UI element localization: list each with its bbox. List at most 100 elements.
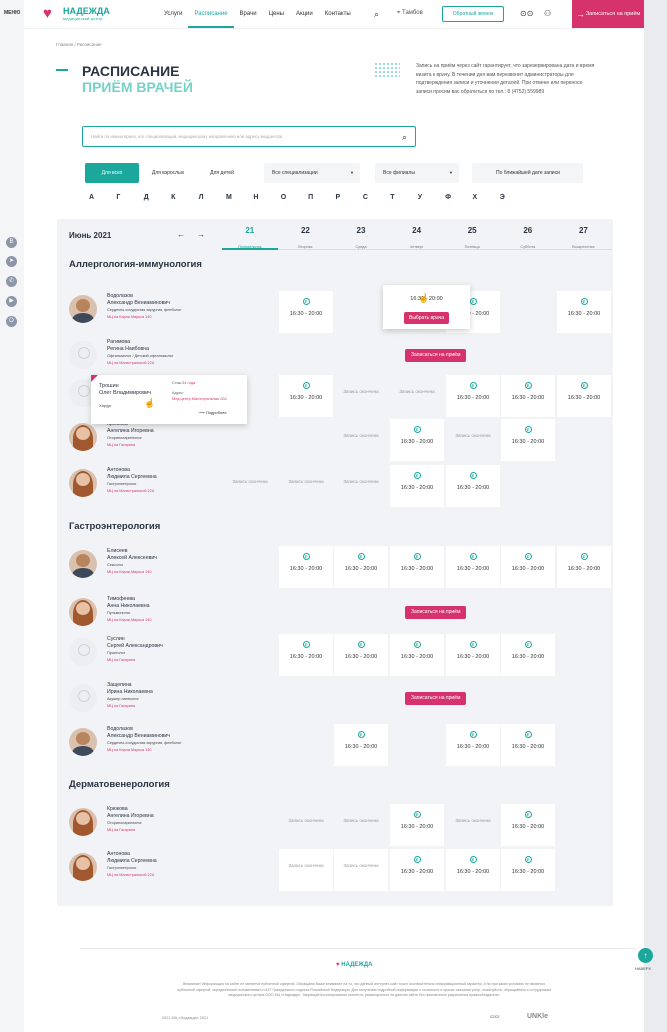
letter-filter[interactable]: Х — [472, 194, 499, 201]
nav-prices[interactable]: Цены — [263, 0, 290, 28]
time-slot[interactable]: ₽16:30 - 20:00 — [557, 291, 611, 333]
footer-logo[interactable]: ♥ НАДЕЖДА — [336, 962, 372, 968]
nav-contacts[interactable]: Контакты — [319, 0, 357, 28]
filter-all[interactable]: Для всех — [85, 163, 139, 183]
filter-kids[interactable]: Для детей — [195, 163, 249, 183]
letter-filter[interactable]: Ф — [445, 194, 472, 201]
doctor-address[interactable]: МЦ на Карла Маркса 140 — [107, 748, 152, 752]
letter-filter[interactable]: Т — [390, 194, 417, 201]
youtube-icon[interactable]: ▶ — [6, 296, 17, 307]
doctor-name[interactable]: Рагимова Регина Наибовна — [107, 339, 149, 353]
nav-services[interactable]: Услуги — [158, 0, 188, 28]
time-slot[interactable]: ₽16:30 - 20:00 — [557, 546, 611, 588]
letter-filter[interactable]: М — [226, 194, 253, 201]
doctor-name[interactable]: Елисеев Алексей Алексеевич — [107, 548, 157, 562]
book-appointment-button[interactable]: Записаться на приём — [405, 349, 467, 362]
whatsapp-icon[interactable]: ✆ — [6, 276, 17, 287]
letter-filter[interactable]: О — [281, 194, 308, 201]
card-more-link[interactable]: ⟶ Подробнее — [199, 410, 227, 415]
breadcrumb[interactable]: Главная / Расписание — [56, 42, 102, 47]
letter-filter[interactable]: Р — [336, 194, 363, 201]
letter-filter[interactable]: П — [308, 194, 335, 201]
doctor-name[interactable]: Крюкова Ангелина Игоревна — [107, 806, 154, 820]
doctor-avatar[interactable] — [69, 728, 97, 756]
doctor-avatar[interactable] — [69, 550, 97, 578]
doctor-name[interactable]: Водолазов Александр Вениаминович — [107, 726, 170, 740]
vk-icon[interactable]: В — [6, 237, 17, 248]
time-slot[interactable]: ₽16:30 - 20:00 — [334, 724, 388, 766]
scroll-top-button[interactable]: ↑ — [638, 948, 653, 963]
search-icon[interactable]: ⌕ — [402, 132, 407, 143]
doctor-address[interactable]: МЦ на Магистральной 22А — [107, 361, 154, 365]
callback-button[interactable]: Обратный звонок — [442, 6, 504, 22]
telegram-icon[interactable]: ➤ — [6, 256, 17, 267]
logo[interactable]: ♥ НАДЕЖДА медицинский центр — [43, 6, 110, 21]
nearest-date-toggle[interactable]: По ближайшей дате записи — [472, 163, 583, 183]
low-vision-icon[interactable]: ⊙⊙ — [520, 9, 533, 18]
doctor-avatar[interactable] — [69, 469, 97, 497]
filter-adults[interactable]: Для взрослых — [141, 163, 195, 183]
time-slot[interactable]: ₽16:30 - 20:00 — [446, 546, 500, 588]
prev-week-arrow-icon[interactable]: ← — [177, 230, 185, 239]
doctor-address[interactable]: МЦ на Карла Маркса 140 — [107, 315, 152, 319]
letter-filter[interactable]: К — [171, 194, 198, 201]
doctor-avatar[interactable] — [69, 423, 97, 451]
time-slot[interactable]: ₽16:30 - 20:00 — [334, 634, 388, 676]
time-slot[interactable]: ₽16:30 - 20:00 — [279, 291, 333, 333]
doctor-name[interactable]: Антонова Людмила Сергеевна — [107, 851, 157, 865]
user-icon[interactable]: ⚇ — [544, 9, 551, 18]
doctor-address[interactable]: МЦ на Гагарина — [107, 658, 135, 662]
letter-filter[interactable]: Д — [144, 194, 171, 201]
doctor-avatar[interactable] — [69, 598, 97, 626]
time-slot[interactable]: ₽16:30 - 20:00 — [279, 546, 333, 588]
doctor-name[interactable]: Водолазов Александр Вениаминович — [107, 293, 170, 307]
book-appointment-button[interactable]: Записаться на приём — [405, 692, 467, 705]
letter-filter[interactable]: С — [363, 194, 390, 201]
branch-select[interactable]: Все филиалы ▼ — [375, 163, 459, 183]
time-slot[interactable]: ₽16:30 - 20:00 — [390, 849, 444, 891]
letter-filter[interactable]: У — [418, 194, 445, 201]
doctor-name[interactable]: Суслин Сергей Александрович — [107, 636, 163, 650]
time-slot[interactable]: ₽16:30 - 20:00 — [501, 849, 555, 891]
time-slot[interactable]: ₽16:30 - 20:00 — [390, 804, 444, 846]
book-appointment-button[interactable]: Записаться на приём — [405, 606, 467, 619]
nav-doctors[interactable]: Врачи — [234, 0, 263, 28]
letter-filter[interactable]: Г — [116, 194, 143, 201]
time-slot[interactable]: ₽16:30 - 20:00 — [446, 849, 500, 891]
letter-filter[interactable]: А — [89, 194, 116, 201]
doctor-address[interactable]: МЦ на Карла Маркса 140 — [107, 570, 152, 574]
time-slot-popup[interactable]: 16:30 - 20:00 Выбрать врача — [383, 285, 470, 329]
nav-schedule[interactable]: Расписание — [188, 0, 234, 28]
time-slot[interactable]: ₽16:30 - 20:00 — [446, 375, 500, 417]
time-slot[interactable]: ₽16:30 - 20:00 — [446, 465, 500, 507]
doctor-address[interactable]: МЦ на Гагарина — [107, 443, 135, 447]
doctor-avatar[interactable] — [69, 638, 97, 666]
doctor-address[interactable]: МЦ на Магистральной 22А — [107, 873, 154, 877]
doctor-address[interactable]: МЦ на Гагарина — [107, 704, 135, 708]
doctor-avatar[interactable] — [69, 295, 97, 323]
doctor-avatar[interactable] — [69, 808, 97, 836]
time-slot[interactable]: ₽16:30 - 20:00 — [279, 375, 333, 417]
doctor-avatar[interactable] — [69, 853, 97, 881]
doctor-address[interactable]: МЦ на Магистральной 22А — [107, 489, 154, 493]
doctor-name[interactable]: Защепина Ирина Николаевна — [107, 682, 153, 696]
time-slot[interactable]: ₽16:30 - 20:00 — [501, 375, 555, 417]
menu-button[interactable]: МЕНЮ — [4, 10, 20, 16]
doctor-hover-card[interactable]: Трошин Олег Владимирович Хирург Стаж:34 год… — [91, 375, 247, 424]
doctor-address[interactable]: МЦ на Карла Маркса 140 — [107, 618, 152, 622]
letter-filter[interactable]: Л — [199, 194, 226, 201]
time-slot[interactable]: ₽16:30 - 20:00 — [501, 724, 555, 766]
time-slot[interactable]: ₽16:30 - 20:00 — [557, 375, 611, 417]
book-appointment-button[interactable]: → Записаться на приём — [572, 0, 644, 28]
time-slot[interactable]: ₽16:30 - 20:00 — [390, 634, 444, 676]
time-slot[interactable]: ₽16:30 - 20:00 — [390, 419, 444, 461]
time-slot[interactable]: ₽16:30 - 20:00 — [390, 546, 444, 588]
time-slot[interactable]: ₽16:30 - 20:00 — [501, 419, 555, 461]
letter-filter[interactable]: Э — [500, 194, 527, 201]
doctor-name[interactable]: Антонова Людмила Сергеевна — [107, 467, 157, 481]
choose-doctor-button[interactable]: Выбрать врача — [403, 312, 450, 324]
time-slot[interactable]: ₽16:30 - 20:00 — [501, 634, 555, 676]
time-slot[interactable]: ₽16:30 - 20:00 — [279, 634, 333, 676]
time-slot[interactable]: ₽16:30 - 20:00 — [390, 465, 444, 507]
doctor-avatar[interactable] — [69, 684, 97, 712]
